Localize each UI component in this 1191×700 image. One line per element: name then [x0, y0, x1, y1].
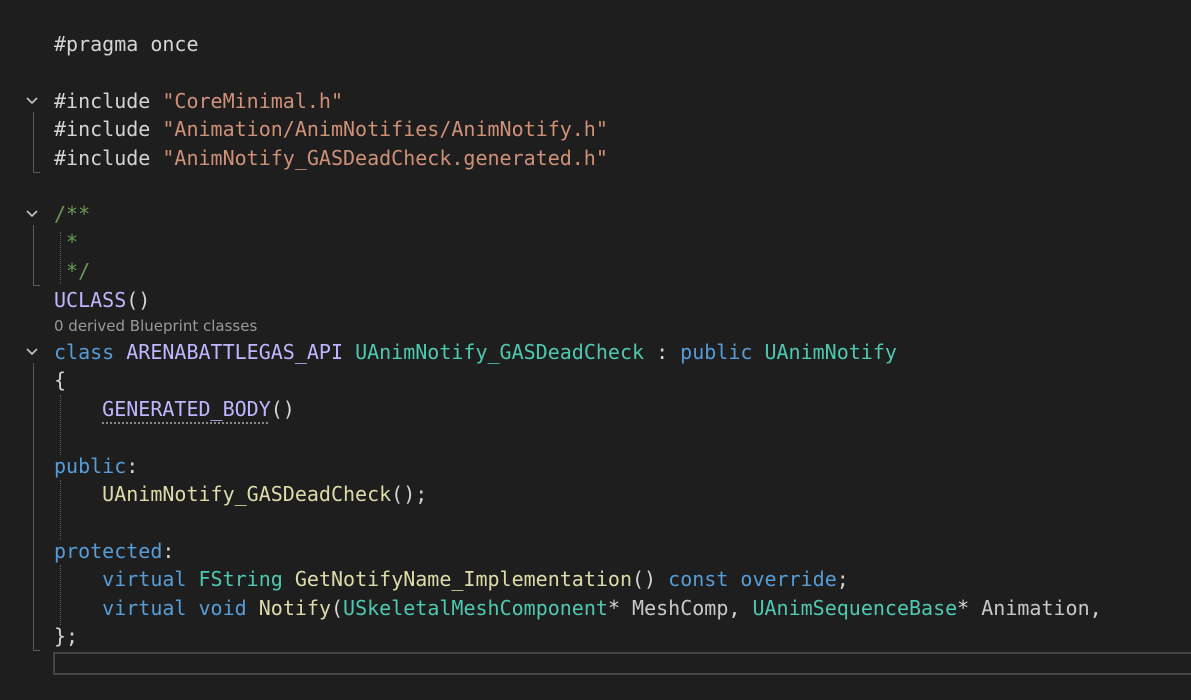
punctuation: :	[126, 454, 139, 478]
base-class-name: UAnimNotify	[764, 340, 897, 364]
code-line-16[interactable]: UAnimNotify_GASDeadCheck();	[54, 480, 427, 508]
punctuation: };	[54, 624, 79, 648]
punctuation: ()	[126, 288, 151, 312]
code-line-20[interactable]: virtual void Notify(USkeletalMeshCompone…	[54, 594, 1102, 622]
type-name: UAnimSequenceBase	[752, 596, 958, 620]
api-macro: ARENABATTLEGAS_API	[126, 340, 344, 364]
code-line-7[interactable]: /**	[54, 200, 90, 228]
code-line-11[interactable]: class ARENABATTLEGAS_API UAnimNotify_GAS…	[54, 338, 897, 366]
fold-range-line	[33, 225, 34, 285]
keyword: void	[198, 596, 247, 620]
punctuation: :	[162, 539, 175, 563]
punctuation: *	[607, 596, 633, 620]
preprocessor-directive: #include	[54, 117, 163, 141]
code-line-5[interactable]: #include "AnimNotify_GASDeadCheck.genera…	[54, 144, 608, 172]
keyword: virtual	[102, 567, 187, 591]
code-line-3[interactable]: #include "CoreMinimal.h"	[54, 87, 343, 115]
current-line-highlight[interactable]	[53, 652, 1191, 675]
fold-range-line	[33, 363, 34, 650]
punctuation: ()	[632, 567, 657, 591]
string-literal: "AnimNotify_GASDeadCheck.generated.h"	[162, 146, 608, 170]
code-line-10[interactable]: UCLASS()	[54, 286, 150, 314]
macro-name: GENERATED_BODY	[102, 397, 271, 421]
keyword: override	[740, 567, 837, 591]
punctuation: *	[957, 596, 982, 620]
code-line-1[interactable]: #pragma once	[54, 30, 199, 58]
parameter-name: Animation	[981, 596, 1090, 620]
comment: */	[54, 259, 91, 283]
fold-chevron-down-icon[interactable]	[24, 93, 40, 109]
code-line-8[interactable]: *	[54, 228, 78, 256]
macro-name: UCLASS	[54, 288, 127, 312]
code-line-15[interactable]: public:	[54, 452, 138, 480]
keyword: const	[668, 567, 729, 591]
punctuation: ;	[836, 567, 849, 591]
punctuation: :	[644, 340, 681, 364]
punctuation: {	[54, 368, 67, 392]
code-line-19[interactable]: virtual FString GetNotifyName_Implementa…	[54, 565, 849, 593]
fold-range-end	[33, 650, 40, 651]
punctuation: ();	[391, 482, 428, 506]
code-line-21[interactable]: };	[54, 622, 78, 650]
access-specifier: protected	[54, 539, 163, 563]
code-line-12[interactable]: {	[54, 366, 66, 394]
punctuation: ,	[728, 596, 753, 620]
function-name: Notify	[258, 596, 331, 620]
preprocessor-directive: #include	[54, 146, 163, 170]
fold-chevron-down-icon[interactable]	[24, 206, 40, 222]
keyword: virtual	[102, 596, 187, 620]
fold-chevron-down-icon[interactable]	[24, 344, 40, 360]
type-name: USkeletalMeshComponent	[343, 596, 608, 620]
code-line-13[interactable]: GENERATED_BODY()	[54, 395, 295, 423]
type-name: FString	[198, 567, 283, 591]
parameter-name: MeshComp	[632, 596, 729, 620]
punctuation: ()	[270, 397, 295, 421]
codelens-derived-blueprints[interactable]: 0 derived Blueprint classes	[54, 316, 257, 336]
code-line-9[interactable]: */	[54, 257, 90, 285]
fold-range-line	[33, 112, 34, 172]
function-name: GetNotifyName_Implementation	[294, 567, 633, 591]
punctuation: ,	[1089, 596, 1102, 620]
string-literal: "Animation/AnimNotifies/AnimNotify.h"	[162, 117, 608, 141]
preprocessor-directive: #pragma once	[54, 32, 199, 56]
class-name: UAnimNotify_GASDeadCheck	[355, 340, 645, 364]
keyword: class	[54, 340, 115, 364]
keyword: public	[680, 340, 753, 364]
preprocessor-directive: #include	[54, 89, 163, 113]
fold-range-end	[33, 285, 40, 286]
comment: *	[54, 230, 79, 254]
function-name: UAnimNotify_GASDeadCheck	[102, 482, 392, 506]
comment: /**	[54, 202, 91, 226]
code-line-4[interactable]: #include "Animation/AnimNotifies/AnimNot…	[54, 115, 608, 143]
access-specifier: public	[54, 454, 127, 478]
string-literal: "CoreMinimal.h"	[162, 89, 343, 113]
punctuation: (	[330, 596, 344, 620]
code-line-18[interactable]: protected:	[54, 537, 174, 565]
fold-range-end	[33, 172, 40, 173]
